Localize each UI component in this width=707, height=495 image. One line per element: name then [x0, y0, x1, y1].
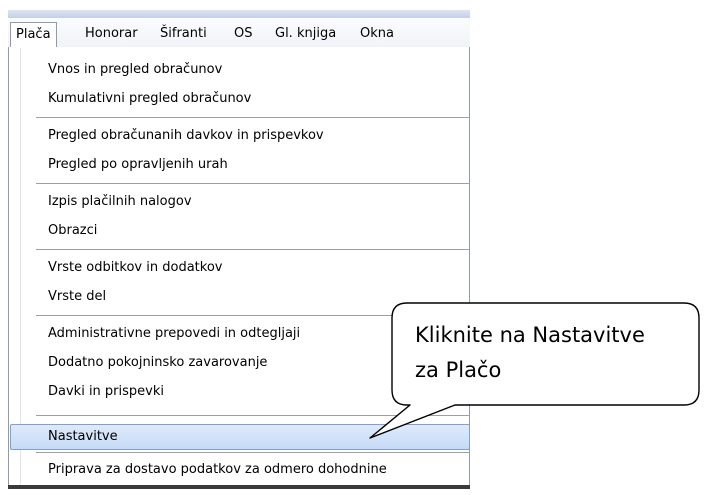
menu-separator [36, 117, 470, 118]
menu-item-pregled-davkov-prispevkov[interactable]: Pregled obračunanih davkov in prispevkov [48, 124, 324, 148]
menu-okna[interactable]: Okna [355, 23, 399, 44]
menu-separator [36, 415, 470, 416]
menu-icon-gutter [20, 48, 21, 488]
menu-gl-knjiga[interactable]: Gl. knjiga [270, 23, 341, 44]
menu-separator [36, 315, 470, 316]
menu-item-izpis-placilnih-nalogov[interactable]: Izpis plačilnih nalogov [48, 190, 192, 214]
callout-text-line1: Kliknite na Nastavitve [415, 323, 645, 347]
menu-item-priprava-dohodnina[interactable]: Priprava za dostavo podatkov za odmero d… [48, 458, 387, 482]
menu-bottom-edge [8, 485, 470, 489]
menu-sifranti[interactable]: Šifranti [155, 23, 212, 44]
menu-item-administrativne-prepovedi[interactable]: Administrativne prepovedi in odtegljaji [48, 322, 300, 346]
menu-item-obrazci[interactable]: Obrazci [48, 219, 97, 243]
menu-item-kumulativni-pregled[interactable]: Kumulativni pregled obračunov [48, 87, 251, 111]
window-title-strip [8, 10, 470, 18]
menu-item-vrste-del[interactable]: Vrste del [48, 285, 106, 309]
menu-os[interactable]: OS [229, 23, 257, 44]
menu-separator [36, 249, 470, 250]
menu-separator [36, 183, 470, 184]
menu-placa[interactable]: Plača [10, 22, 57, 48]
menu-item-vrste-odbitkov[interactable]: Vrste odbitkov in dodatkov [48, 256, 222, 280]
menu-item-vnos-in-pregled-obracunov[interactable]: Vnos in pregled obračunov [48, 58, 222, 82]
menu-item-nastavitve[interactable]: Nastavitve [48, 425, 118, 449]
menu-item-pregled-po-urah[interactable]: Pregled po opravljenih urah [48, 153, 228, 177]
callout-text-line2: za Plačo [415, 358, 502, 382]
menu-bar: Plača Honorar Šifranti OS Gl. knjiga Okn… [8, 18, 470, 48]
menu-item-dodatno-pokojninsko[interactable]: Dodatno pokojninsko zavarovanje [48, 351, 267, 375]
menu-honorar[interactable]: Honorar [80, 23, 143, 44]
menu-separator [36, 452, 470, 453]
menu-item-davki-in-prispevki[interactable]: Davki in prispevki [48, 380, 164, 404]
screenshot-frame: Plača Honorar Šifranti OS Gl. knjiga Okn… [0, 0, 707, 495]
